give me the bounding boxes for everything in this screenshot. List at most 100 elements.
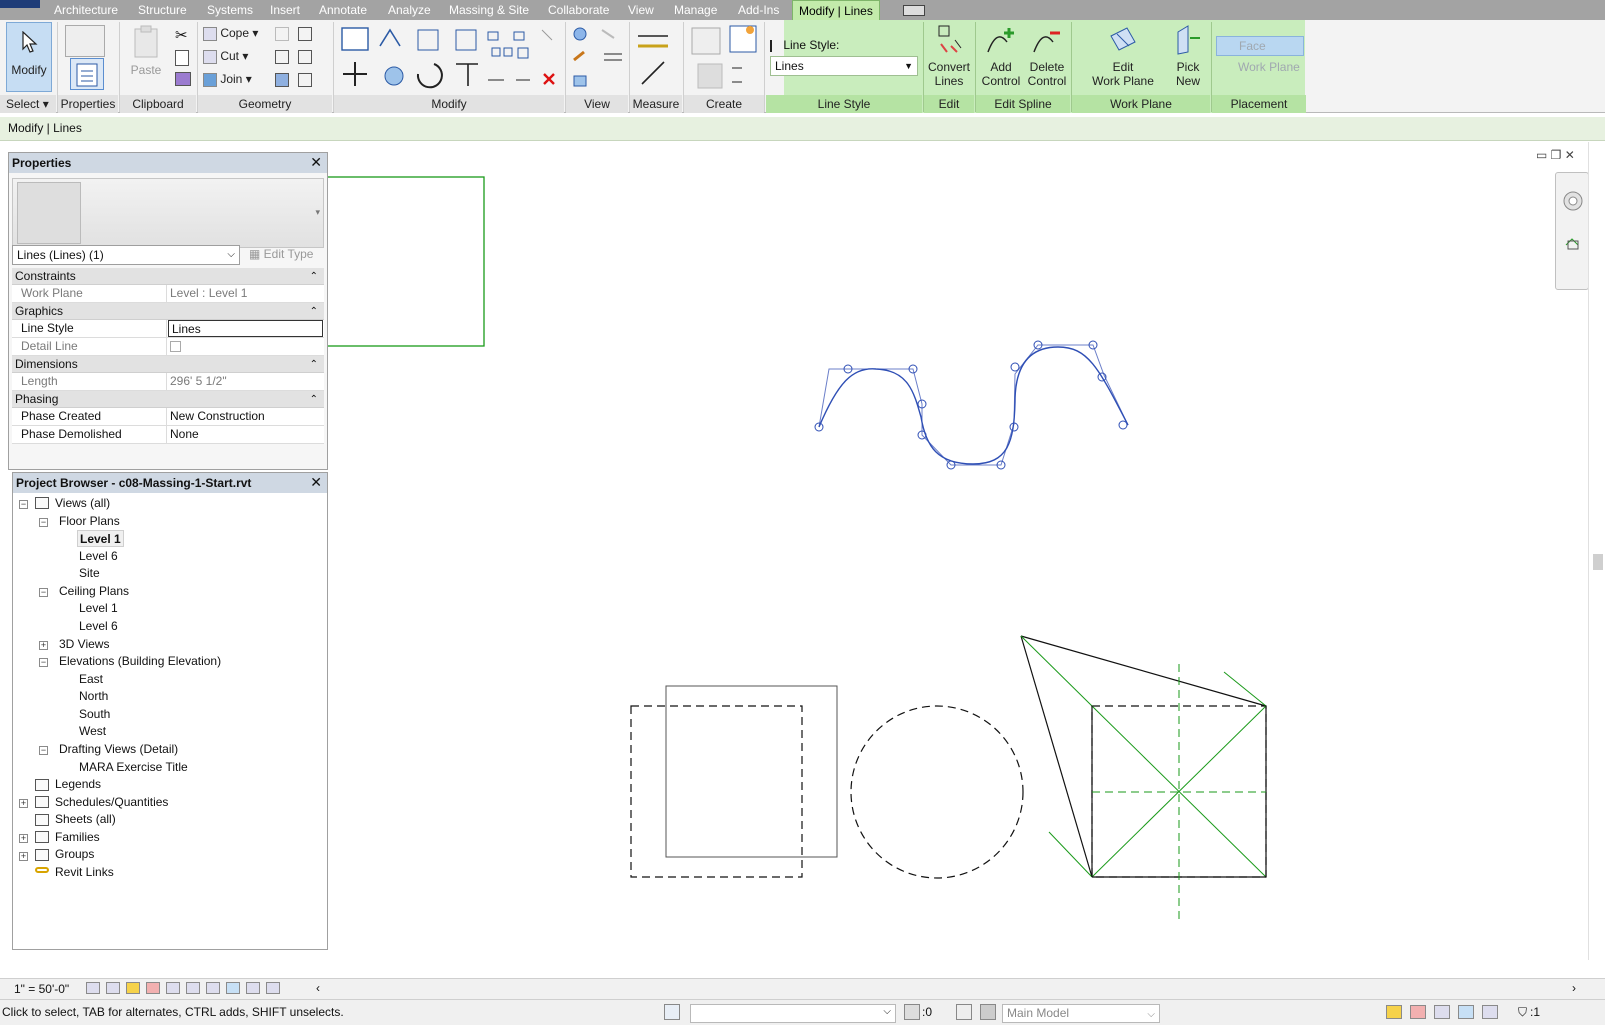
design-option-select[interactable]: Main Model ⌵ bbox=[1002, 1004, 1160, 1023]
tree-elevation-north[interactable]: North bbox=[79, 688, 108, 705]
tree-revit-links[interactable]: Revit Links bbox=[55, 864, 114, 881]
tree-legends[interactable]: Legends bbox=[55, 776, 101, 793]
detail-line-checkbox[interactable] bbox=[170, 341, 181, 352]
section-phasing[interactable]: Phasing ⌃ bbox=[12, 391, 324, 408]
view-control-icons[interactable] bbox=[86, 982, 316, 996]
unlock-3d-icon[interactable] bbox=[206, 982, 220, 994]
join-button[interactable]: Join ▾ bbox=[203, 72, 252, 87]
workset-select[interactable]: ⌵ bbox=[690, 1004, 896, 1023]
select-underlay-icon[interactable] bbox=[1410, 1005, 1426, 1019]
collapse-toggle[interactable]: − bbox=[39, 518, 48, 527]
properties-button[interactable] bbox=[70, 58, 104, 90]
cut-icon[interactable]: ✂ bbox=[175, 26, 188, 44]
worksets-icon[interactable] bbox=[664, 1004, 680, 1020]
tab-annotate[interactable]: Annotate bbox=[319, 0, 367, 20]
green-rectangle[interactable] bbox=[322, 176, 485, 347]
navigation-wheel-icon[interactable] bbox=[1556, 173, 1590, 291]
cope-button[interactable]: Cope ▾ bbox=[203, 26, 258, 41]
convert-lines-button[interactable]: Convert Lines bbox=[926, 24, 972, 88]
select-pinned-icon[interactable] bbox=[1434, 1005, 1450, 1019]
prop-value[interactable]: New Construction bbox=[167, 408, 324, 425]
tree-elevation-east[interactable]: East bbox=[79, 671, 103, 688]
tree-ceiling-plans[interactable]: Ceiling Plans bbox=[59, 583, 129, 600]
navigation-bar[interactable] bbox=[1555, 172, 1589, 290]
line-style-field[interactable]: Lines bbox=[168, 320, 323, 337]
reveal-hidden-icon[interactable] bbox=[246, 982, 260, 994]
paste-button[interactable]: Paste bbox=[124, 25, 168, 77]
section-graphics[interactable]: Graphics ⌃ bbox=[12, 303, 324, 320]
join-roof-icon[interactable] bbox=[275, 73, 289, 87]
line-style-select[interactable]: Lines ▼ bbox=[770, 56, 918, 76]
visual-style-icon[interactable] bbox=[106, 982, 120, 994]
prop-value[interactable]: None bbox=[167, 426, 324, 443]
select-links-icon[interactable] bbox=[1386, 1005, 1402, 1019]
ribbon-toggle-icon[interactable] bbox=[903, 5, 925, 16]
scroll-right-icon[interactable]: › bbox=[1572, 981, 1576, 995]
type-properties-icon[interactable] bbox=[65, 25, 105, 57]
cut-geometry-button[interactable]: Cut ▾ bbox=[203, 49, 248, 64]
view-window-controls[interactable]: ▭ ❐ ✕ bbox=[1536, 148, 1575, 162]
pyramid-shape[interactable] bbox=[1020, 635, 1267, 922]
add-control-button[interactable]: Add Control bbox=[978, 24, 1024, 88]
editable-only-icon[interactable] bbox=[956, 1004, 972, 1020]
prop-row-line-style[interactable]: Line Style Lines bbox=[12, 320, 324, 338]
expand-toggle[interactable]: + bbox=[19, 799, 28, 808]
select-by-face-icon[interactable] bbox=[1458, 1005, 1474, 1019]
drawing-svg[interactable] bbox=[322, 142, 1605, 960]
vertical-scrollbar[interactable] bbox=[1588, 142, 1605, 960]
close-icon[interactable]: ✕ bbox=[310, 154, 322, 171]
close-icon[interactable]: ✕ bbox=[310, 474, 322, 491]
work-plane-placement-button[interactable]: Work Plane bbox=[1216, 58, 1304, 78]
measure-icons[interactable] bbox=[634, 24, 682, 92]
tab-manage[interactable]: Manage bbox=[674, 0, 717, 20]
drawing-area[interactable] bbox=[322, 142, 1605, 960]
tree-ceiling-level-6[interactable]: Level 6 bbox=[79, 618, 118, 635]
instance-filter-select[interactable]: Lines (Lines) (1) ⌵ bbox=[12, 245, 240, 265]
expand-toggle[interactable]: + bbox=[19, 852, 28, 861]
tree-floor-plan-level-6[interactable]: Level 6 bbox=[79, 548, 118, 565]
tree-3d-views[interactable]: 3D Views bbox=[59, 636, 109, 653]
beam-join-icon[interactable] bbox=[298, 73, 312, 87]
tree-floor-plan-level-1[interactable]: Level 1 bbox=[77, 530, 124, 547]
copy-icon[interactable] bbox=[175, 50, 189, 66]
collapse-toggle[interactable]: − bbox=[39, 588, 48, 597]
shadows-icon[interactable] bbox=[146, 982, 160, 994]
expand-toggle[interactable]: + bbox=[19, 834, 28, 843]
tab-massing-site[interactable]: Massing & Site bbox=[449, 0, 529, 20]
tab-modify-lines[interactable]: Modify | Lines bbox=[792, 0, 880, 20]
tab-systems[interactable]: Systems bbox=[207, 0, 253, 20]
tree-mara-exercise-title[interactable]: MARA Exercise Title bbox=[79, 759, 188, 776]
type-selector-preview[interactable]: ▾ bbox=[12, 178, 324, 248]
filter-icon[interactable] bbox=[904, 1004, 920, 1020]
selection-toggle-icons[interactable] bbox=[1386, 1005, 1498, 1019]
scroll-left-icon[interactable]: ‹ bbox=[316, 981, 320, 995]
tree-schedules[interactable]: Schedules/Quantities bbox=[55, 794, 168, 811]
edit-work-plane-button[interactable]: Edit Work Plane bbox=[1086, 24, 1160, 88]
tab-architecture[interactable]: Architecture bbox=[54, 0, 118, 20]
tree-families[interactable]: Families bbox=[55, 829, 100, 846]
tree-sheets[interactable]: Sheets (all) bbox=[55, 811, 116, 828]
wall-joins-icon[interactable] bbox=[298, 27, 312, 41]
paint-icon[interactable] bbox=[298, 50, 312, 64]
tree-drafting-views[interactable]: Drafting Views (Detail) bbox=[59, 741, 178, 758]
create-icons[interactable] bbox=[688, 24, 762, 92]
tree-elevation-west[interactable]: West bbox=[79, 723, 106, 740]
modify-tools-icons[interactable] bbox=[338, 24, 566, 92]
tab-analyze[interactable]: Analyze bbox=[388, 0, 431, 20]
tab-structure[interactable]: Structure bbox=[138, 0, 187, 20]
section-constraints[interactable]: Constraints ⌃ bbox=[12, 268, 324, 285]
collapse-toggle[interactable]: − bbox=[39, 658, 48, 667]
scroll-thumb[interactable] bbox=[1593, 554, 1603, 570]
tab-add-ins[interactable]: Add-Ins bbox=[738, 0, 779, 20]
modify-button[interactable]: Modify bbox=[6, 22, 52, 92]
prop-row-phase-demolished[interactable]: Phase Demolished None bbox=[12, 426, 324, 444]
view-tools-icons[interactable] bbox=[570, 24, 626, 92]
tree-floor-plans[interactable]: Floor Plans bbox=[59, 513, 120, 530]
delete-control-button[interactable]: Delete Control bbox=[1024, 24, 1070, 88]
dashed-circle[interactable] bbox=[850, 705, 1024, 879]
tab-collaborate[interactable]: Collaborate bbox=[548, 0, 609, 20]
tree-ceiling-level-1[interactable]: Level 1 bbox=[79, 600, 118, 617]
selected-spline[interactable] bbox=[814, 340, 1129, 470]
pick-new-button[interactable]: Pick New bbox=[1166, 24, 1210, 88]
section-dimensions[interactable]: Dimensions ⌃ bbox=[12, 356, 324, 373]
